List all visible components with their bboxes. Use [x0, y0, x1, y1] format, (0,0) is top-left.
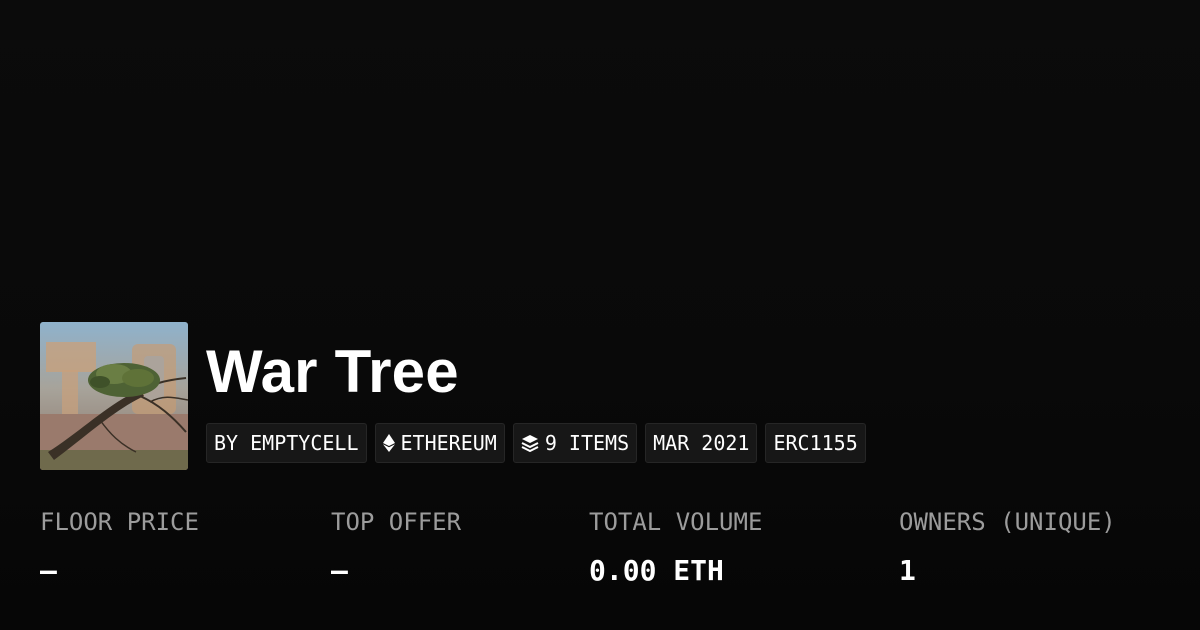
- ethereum-icon: [382, 434, 395, 452]
- stat-floor-price: FLOOR PRICE –: [40, 505, 199, 588]
- token-standard-badge: ERC1155: [765, 423, 866, 463]
- stat-label: OWNERS (UNIQUE): [899, 508, 1116, 536]
- stat-label: TOP OFFER: [331, 508, 462, 536]
- layers-icon: [521, 434, 539, 452]
- tree-artwork-thumbnail: [40, 322, 188, 470]
- stat-value: –: [331, 554, 348, 587]
- creator-badge-label: BY EMPTYCELL: [214, 431, 359, 455]
- date-badge: MAR 2021: [645, 423, 758, 463]
- chain-badge-label: ETHEREUM: [400, 431, 497, 455]
- stat-value: 0.00 ETH: [589, 554, 724, 587]
- stat-total-volume: TOTAL VOLUME 0.00 ETH: [589, 505, 762, 588]
- items-badge[interactable]: 9 ITEMS: [512, 423, 638, 463]
- date-badge-label: MAR 2021: [653, 431, 750, 455]
- stat-label: TOTAL VOLUME: [589, 508, 763, 536]
- stat-owners: OWNERS (UNIQUE) 1: [899, 505, 1116, 588]
- items-badge-label: 9 ITEMS: [544, 431, 630, 455]
- collection-header: War Tree BY EMPTYCELL ETHEREUM 9 ITEMS M…: [40, 322, 866, 470]
- creator-badge[interactable]: BY EMPTYCELL: [206, 423, 367, 463]
- stat-top-offer: TOP OFFER –: [331, 505, 461, 588]
- stat-label: FLOOR PRICE: [40, 508, 199, 536]
- collection-thumbnail: [40, 322, 188, 470]
- chain-badge[interactable]: ETHEREUM: [374, 423, 505, 463]
- collection-stats: FLOOR PRICE – TOP OFFER – TOTAL VOLUME 0…: [0, 505, 1200, 605]
- token-standard-badge-label: ERC1155: [773, 431, 858, 455]
- stat-value: 1: [899, 554, 916, 587]
- stat-value: –: [40, 554, 57, 587]
- collection-title: War Tree: [206, 338, 459, 405]
- collection-badges: BY EMPTYCELL ETHEREUM 9 ITEMS MAR 2021 E…: [206, 423, 866, 463]
